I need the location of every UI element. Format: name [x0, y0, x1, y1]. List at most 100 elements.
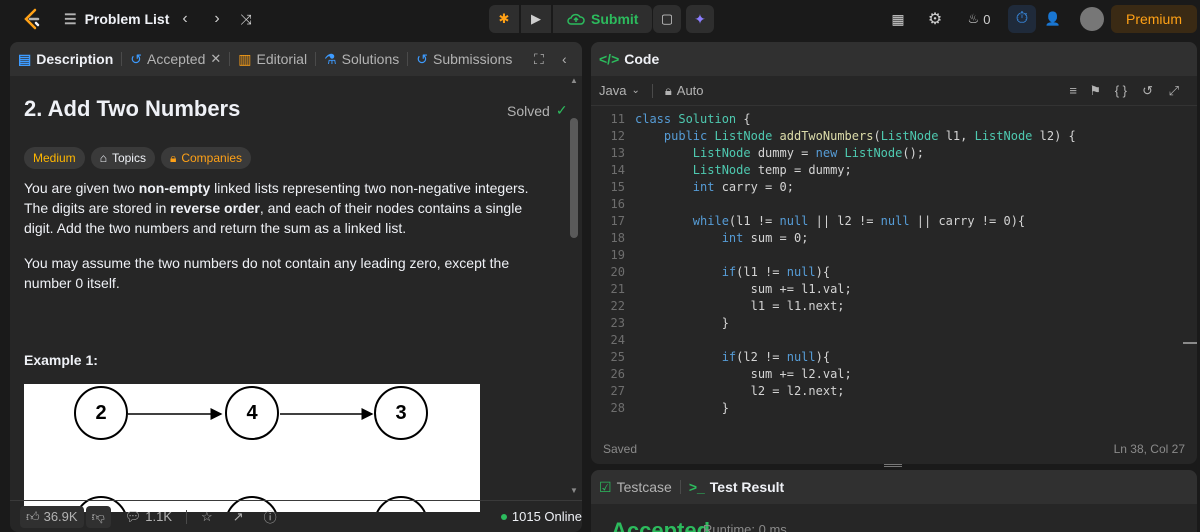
star-icon[interactable]: ☆: [201, 509, 213, 525]
sparkle-icon: ✦: [694, 10, 706, 27]
timer-button[interactable]: ⏱: [1008, 5, 1036, 33]
code-text: class Solution {: [635, 111, 751, 126]
ai-assist-button[interactable]: ✦: [686, 5, 714, 33]
tab-code[interactable]: </> Code: [591, 42, 667, 76]
prev-problem-button[interactable]: ‹: [175, 9, 195, 29]
comments-button[interactable]: 💬︎ 1.1K: [125, 509, 172, 525]
line-number: 15: [610, 179, 625, 194]
close-icon[interactable]: ✕: [210, 51, 221, 67]
line-number: 11: [610, 111, 625, 126]
code-text: ListNode temp = dummy;: [692, 162, 852, 177]
code-line[interactable]: 26 sum += l2.val;: [591, 365, 1197, 382]
online-dot-icon: [500, 513, 507, 520]
line-number: 23: [610, 315, 625, 330]
run-submit-group: ✱ ▶ Submit: [489, 5, 653, 33]
random-problem-button[interactable]: ⤨: [236, 9, 256, 29]
runtime: Runtime: 0 ms: [703, 522, 787, 532]
code-line[interactable]: 21 sum += l1.val;: [591, 280, 1197, 297]
format-icon[interactable]: ≡: [1069, 83, 1077, 98]
code-line[interactable]: 28 }: [591, 399, 1197, 416]
history-icon: ↺: [130, 50, 142, 67]
share-button[interactable]: 👤: [1042, 8, 1064, 30]
resize-handle[interactable]: [884, 464, 902, 467]
settings-button[interactable]: ⚙: [924, 8, 946, 30]
tab-description[interactable]: ▤ Description: [10, 42, 121, 76]
premium-button[interactable]: Premium: [1111, 5, 1197, 33]
comment-icon: 💬︎: [124, 508, 142, 524]
gear-icon: ⚙: [927, 11, 943, 28]
submit-label: Submit: [591, 11, 639, 27]
code-line[interactable]: 15 int carry = 0;: [591, 178, 1197, 195]
top-bar: ☰ Problem List ‹ › ⤨ ✱ ▶ Submit ▢ ✦ ▦ ⚙ …: [0, 0, 1200, 38]
line-number: 13: [610, 145, 625, 160]
tab-test-result[interactable]: >_ Test Result: [681, 470, 792, 504]
share-icon[interactable]: ↗: [233, 509, 244, 525]
tab-accepted-label: Accepted: [146, 51, 206, 67]
autocomplete-toggle[interactable]: 🔒︎ Auto: [665, 83, 704, 99]
editor-toolbar: Java ⌄ 🔒︎ Auto ≡ ⚑ { } ↺ ⤢: [591, 76, 1197, 106]
braces-icon[interactable]: { }: [1115, 83, 1127, 98]
problem-statement: You are given two non-empty linked lists…: [24, 178, 554, 238]
code-line[interactable]: 22 l1 = l1.next;: [591, 297, 1197, 314]
code-line[interactable]: 12 public ListNode addTwoNumbers(ListNod…: [591, 127, 1197, 144]
avatar[interactable]: [1080, 7, 1104, 31]
notes-button[interactable]: ▢: [653, 5, 681, 33]
tab-editorial[interactable]: ▥ Editorial: [230, 42, 315, 76]
debug-button[interactable]: ✱: [489, 5, 519, 33]
scrollbar[interactable]: [570, 118, 578, 238]
tab-solutions[interactable]: ⚗ Solutions: [316, 42, 407, 76]
next-problem-button[interactable]: ›: [207, 9, 227, 29]
problem-list-button[interactable]: ☰ Problem List: [64, 0, 169, 38]
line-number: 26: [610, 366, 625, 381]
layout-button[interactable]: ▦: [887, 8, 909, 30]
verdict: Accepted: [611, 518, 711, 532]
checkbox-icon: ☑: [599, 478, 612, 495]
code-line[interactable]: 14 ListNode temp = dummy;: [591, 161, 1197, 178]
description-panel: ▤ Description ↺ Accepted ✕ ▥ Editorial ⚗…: [10, 42, 582, 532]
fullscreen-icon[interactable]: ⤢: [1169, 83, 1179, 99]
bookmark-icon[interactable]: ⚑: [1089, 83, 1101, 99]
test-panel: ☑ Testcase >_ Test Result Accepted Runti…: [591, 470, 1197, 532]
code-line[interactable]: 19: [591, 246, 1197, 263]
code-line[interactable]: 23 }: [591, 314, 1197, 331]
tab-solutions-label: Solutions: [341, 51, 400, 67]
tab-submissions[interactable]: ↺ Submissions: [408, 42, 520, 76]
code-editor[interactable]: 11 class Solution {12 public ListNode add…: [591, 110, 1197, 432]
lock-icon: 🔒︎: [169, 150, 177, 165]
code-line[interactable]: 16: [591, 195, 1197, 212]
reset-icon[interactable]: ↺: [1142, 83, 1153, 99]
code-line[interactable]: 24: [591, 331, 1197, 348]
code-line[interactable]: 20 if(l1 != null){: [591, 263, 1197, 280]
streak-button[interactable]: ♨ 0: [962, 8, 996, 30]
tab-accepted[interactable]: ↺ Accepted ✕: [122, 42, 229, 76]
example-diagram: 2 4 3: [24, 384, 480, 512]
help-icon[interactable]: ⓘ: [264, 507, 277, 526]
code-line[interactable]: 27 l2 = l2.next;: [591, 382, 1197, 399]
like-button[interactable]: 👍︎ 36.9K: [20, 505, 84, 528]
expand-icon[interactable]: ⛶: [534, 51, 544, 68]
code-line[interactable]: 17 while(l1 != null || l2 != null || car…: [591, 212, 1197, 229]
companies-button[interactable]: 🔒︎ Companies: [160, 147, 252, 169]
tab-code-label: Code: [624, 51, 660, 67]
scroll-up-icon[interactable]: ▲: [570, 76, 578, 86]
dislike-button[interactable]: 👎︎: [85, 505, 111, 528]
code-line[interactable]: 18 int sum = 0;: [591, 229, 1197, 246]
collapse-icon[interactable]: ‹: [562, 51, 567, 67]
statement-bold: non-empty: [138, 180, 211, 196]
language-select[interactable]: Java ⌄: [599, 83, 640, 98]
run-button[interactable]: ▶: [521, 5, 551, 33]
submit-button[interactable]: Submit: [553, 5, 653, 33]
code-line[interactable]: 13 ListNode dummy = new ListNode();: [591, 144, 1197, 161]
solved-label: Solved: [507, 102, 550, 119]
scroll-down-icon[interactable]: ▼: [570, 486, 578, 496]
topics-button[interactable]: ⌂ Topics: [90, 147, 155, 169]
tab-testcase[interactable]: ☑ Testcase: [591, 470, 680, 504]
difficulty-badge[interactable]: Medium: [24, 147, 85, 169]
streak-count: 0: [983, 11, 991, 27]
code-line[interactable]: 11 class Solution {: [591, 110, 1197, 127]
code-line[interactable]: 25 if(l2 != null){: [591, 348, 1197, 365]
statement-text: You are given two: [24, 180, 139, 196]
code-tab-bar: </> Code: [591, 42, 1197, 76]
chevron-right-icon: ›: [214, 10, 220, 27]
leetcode-logo-icon[interactable]: [22, 8, 42, 30]
